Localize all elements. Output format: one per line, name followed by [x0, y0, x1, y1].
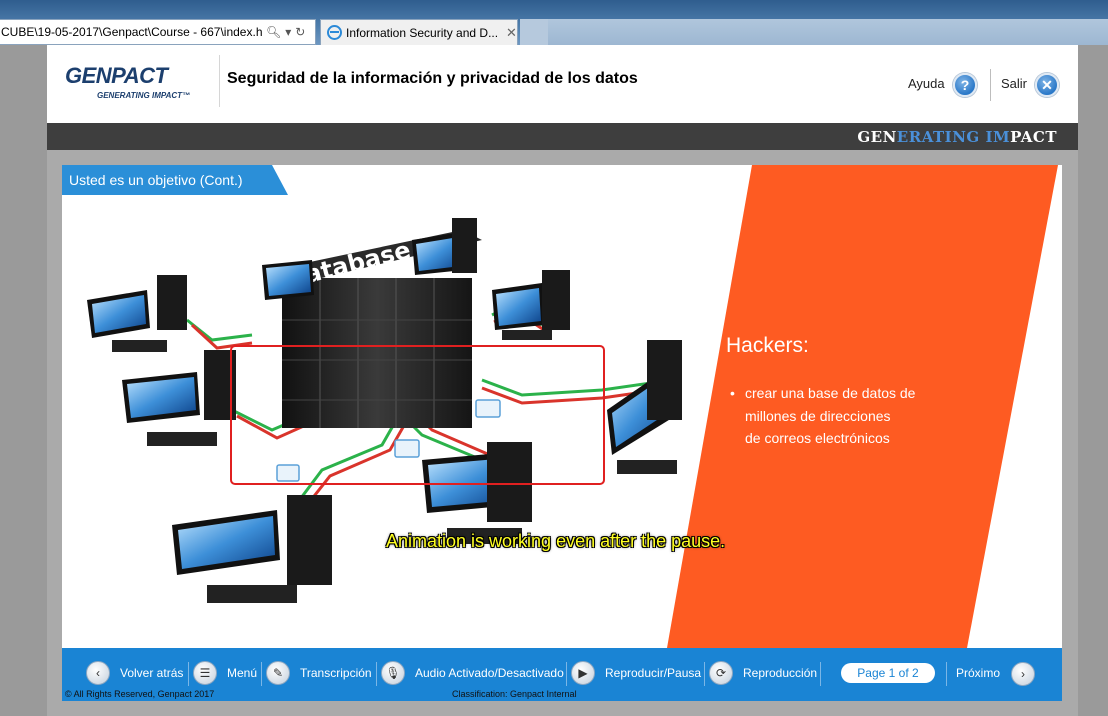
- footer-separator: [376, 662, 377, 686]
- logo-tagline: GENERATING IMPACT™: [97, 91, 191, 100]
- replay-button[interactable]: ⟳ Reproducción: [709, 660, 817, 686]
- replay-label[interactable]: Reproducción: [743, 666, 817, 680]
- new-tab-button[interactable]: [520, 19, 548, 45]
- play-icon: ▶: [571, 661, 595, 685]
- database-network-illustration: Database: [87, 218, 682, 603]
- help-button[interactable]: ?: [953, 73, 977, 97]
- slide-tag-text: Usted es un objetivo (Cont.): [69, 172, 243, 188]
- ie-icon: [327, 25, 342, 40]
- computer-3: [172, 495, 332, 603]
- computer-6: [492, 270, 570, 340]
- course-title: Seguridad de la información y privacidad…: [227, 70, 638, 87]
- transcript-icon: ✎: [266, 661, 290, 685]
- question-icon: ?: [960, 77, 970, 93]
- subtitle-caption: Animation is working even after the paus…: [386, 531, 726, 551]
- page-indicator: Page 1 of 2: [841, 663, 935, 683]
- exit-button[interactable]: ✕: [1035, 73, 1059, 97]
- panel-bullet-list: crear una base de datos de millones de d…: [730, 382, 915, 450]
- microphone-icon: 🎙︎: [381, 661, 405, 685]
- classification-text: Classification: Genpact Internal: [452, 689, 577, 699]
- generating-impact-banner: GENERATING IMPACT: [47, 123, 1078, 150]
- chevron-left-icon: ‹: [86, 661, 110, 685]
- banner-text: GENERATING IMPACT: [857, 128, 1057, 146]
- menu-label[interactable]: Menú: [227, 666, 257, 680]
- transcript-button[interactable]: ✎ Transcripción: [266, 660, 372, 686]
- menu-button[interactable]: ☰ Menú: [193, 660, 257, 686]
- exit-label[interactable]: Salir: [1001, 76, 1027, 91]
- help-label[interactable]: Ayuda: [908, 76, 945, 91]
- header-divider: [219, 55, 220, 107]
- chevron-right-icon[interactable]: ›: [1011, 662, 1035, 686]
- browser-tab[interactable]: Information Security and D... ✕: [320, 19, 518, 45]
- footer-separator: [820, 662, 821, 686]
- menu-icon: ☰: [193, 661, 217, 685]
- computer-1: [87, 275, 187, 352]
- footer-separator: [188, 662, 189, 686]
- course-header: GENPACT GENERATING IMPACT™ Seguridad de …: [47, 45, 1078, 123]
- panel-title: Hackers:: [726, 334, 809, 357]
- toolbar-strip: [548, 19, 1108, 45]
- back-label[interactable]: Volver atrás: [120, 666, 183, 680]
- play-pause-button[interactable]: ▶ Reproducir/Pausa: [571, 660, 701, 686]
- footer-separator: [261, 662, 262, 686]
- footer-separator: [566, 662, 567, 686]
- audio-toggle-button[interactable]: 🎙︎ Audio Activado/Desactivado: [381, 660, 564, 686]
- replay-icon: ⟳: [709, 661, 733, 685]
- slide-tag: Usted es un objetivo (Cont.): [62, 165, 288, 195]
- address-bar[interactable]: CUBE\19-05-2017\Genpact\Course - 667\ind…: [0, 19, 316, 45]
- computer-7: [262, 260, 314, 300]
- panel-bullet: crear una base de datos de millones de d…: [730, 382, 915, 450]
- course-footer: ‹ Volver atrás ☰ Menú ✎ Transcripción 🎙︎…: [62, 648, 1062, 701]
- footer-separator: [946, 662, 947, 686]
- close-icon: ✕: [1041, 76, 1053, 93]
- computer-2: [122, 350, 236, 446]
- slide-content: Usted es un objetivo (Cont.) Database Ha…: [62, 165, 1062, 648]
- address-url[interactable]: CUBE\19-05-2017\Genpact\Course - 667\ind…: [0, 25, 262, 39]
- dropdown-icon[interactable]: ▾: [285, 25, 291, 39]
- transcript-label[interactable]: Transcripción: [300, 666, 372, 680]
- back-button[interactable]: ‹ Volver atrás: [86, 660, 183, 686]
- computer-4: [422, 442, 532, 544]
- copyright-text: © All Rights Reserved, Genpact 2017: [65, 689, 215, 699]
- audio-label[interactable]: Audio Activado/Desactivado: [415, 666, 564, 680]
- footer-separator: [704, 662, 705, 686]
- header-separator: [990, 69, 991, 101]
- close-tab-icon[interactable]: ✕: [506, 25, 517, 41]
- next-label[interactable]: Próximo: [956, 666, 1000, 680]
- refresh-icon[interactable]: ↻: [295, 25, 305, 39]
- play-pause-label[interactable]: Reproducir/Pausa: [605, 666, 701, 680]
- genpact-logo: GENPACT GENERATING IMPACT™: [65, 63, 190, 100]
- tab-title: Information Security and D...: [346, 25, 499, 40]
- logo-wordmark: GENPACT: [65, 63, 168, 88]
- search-icon[interactable]: 🔍︎: [266, 25, 281, 39]
- computer-5: [607, 340, 682, 474]
- computer-8: [412, 218, 477, 275]
